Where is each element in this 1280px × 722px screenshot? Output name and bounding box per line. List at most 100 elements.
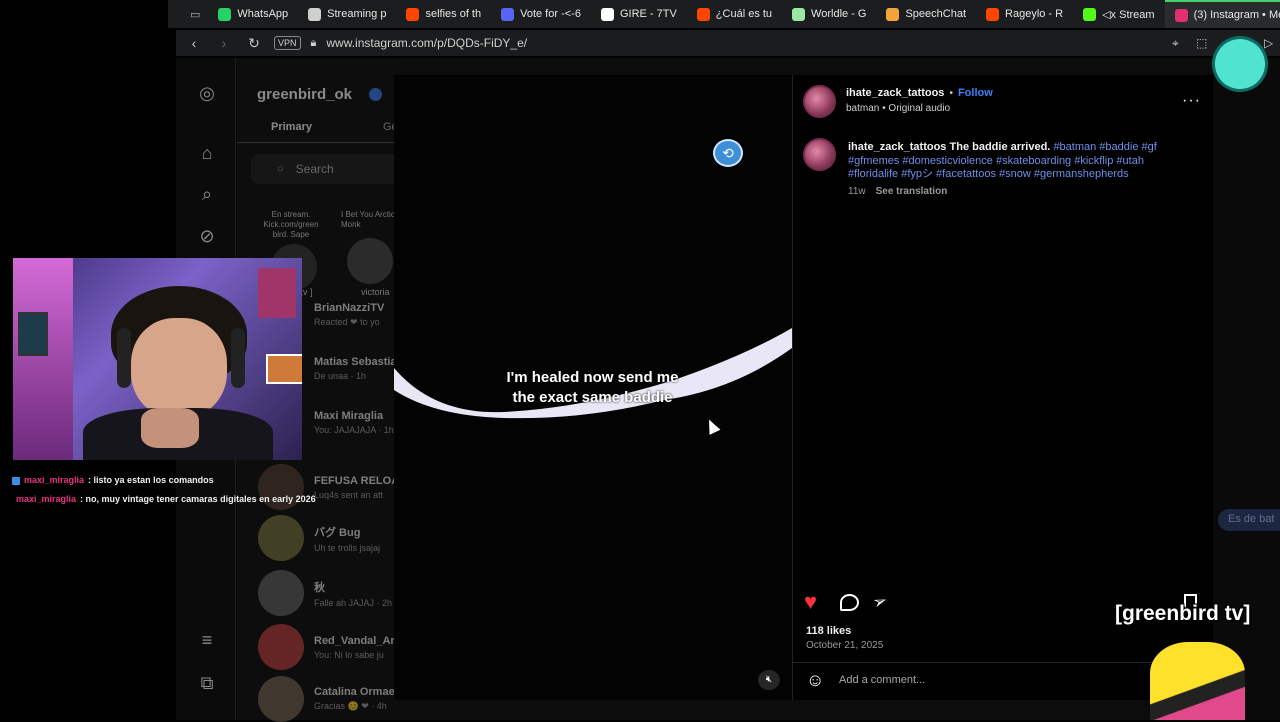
streaming-icon xyxy=(308,7,322,21)
instagram-logo-icon[interactable]: ◎ xyxy=(196,82,218,104)
browser-tab-bar: ▭ WhatsApp Streaming p selfies of th Vote f… xyxy=(168,0,1280,28)
browser-tab[interactable]: ◁x Stream xyxy=(1073,0,1164,28)
conversation-preview: Falle ah JAJAJ · 2h xyxy=(314,597,393,608)
person-hand xyxy=(141,408,199,448)
see-translation-link[interactable]: See translation xyxy=(876,186,948,197)
home-icon[interactable]: ⌂ xyxy=(196,142,218,164)
stream-overlay-label: [greenbird tv] xyxy=(1115,602,1251,625)
browser-menu-icon[interactable]: ▭ xyxy=(182,0,208,28)
comment-input[interactable]: Add a comment... xyxy=(839,674,925,686)
browser-tab[interactable]: Worldle - G xyxy=(782,0,876,28)
browser-tab[interactable]: Vote for -<-6 xyxy=(491,0,591,28)
vpn-badge[interactable]: VPN xyxy=(274,36,301,50)
webcam-overlay xyxy=(13,258,302,460)
forward-icon[interactable]: › xyxy=(214,35,234,51)
avatar[interactable] xyxy=(803,138,836,171)
tab-primary[interactable]: Primary xyxy=(271,121,312,133)
search-icon[interactable]: ⌕ xyxy=(196,183,218,205)
chat-message: maxi_miraglia : no, muy vintage tener ca… xyxy=(12,490,316,509)
list-item[interactable]: バグ Bug Uh te trolls jsajaj xyxy=(258,515,380,561)
browser-tab-label: ¿Cuál es tu xyxy=(715,8,773,20)
more-icon[interactable]: ⧉ xyxy=(196,672,218,694)
hashtags[interactable]: #gfmemes #domesticviolence #skateboardin… xyxy=(848,155,1144,167)
browser-tab[interactable]: ¿Cuál es tu xyxy=(687,0,782,28)
search-field[interactable]: ○ Search xyxy=(251,154,397,184)
conversation-preview: Luq4s sent an att xyxy=(314,489,384,500)
divider xyxy=(792,662,1213,663)
conversation-name: Matias Sebastia xyxy=(314,356,397,368)
browser-tab[interactable]: SpeechChat xyxy=(876,0,976,28)
reload-icon[interactable]: ↻ xyxy=(244,35,264,52)
post-username[interactable]: ihate_zack_tattoos xyxy=(846,87,944,99)
account-name[interactable]: greenbird_ok xyxy=(257,86,352,103)
hashtags[interactable]: #batman #baddie #gf xyxy=(1053,141,1156,153)
mascot-image xyxy=(1150,642,1245,720)
browser-tab-label: GIRE - 7TV xyxy=(619,8,677,20)
play-icon[interactable]: ▷ xyxy=(1264,36,1273,50)
photo-image xyxy=(266,354,302,384)
pin-icon[interactable]: ⌖ xyxy=(1172,36,1179,51)
kick-icon xyxy=(1083,7,1097,21)
avatar xyxy=(258,624,304,670)
note-name: victoria xyxy=(361,287,390,297)
comment-icon[interactable] xyxy=(840,594,859,611)
browser-tab[interactable]: WhatsApp xyxy=(208,0,298,28)
browser-tab[interactable]: (3) Instagram • Mes xyxy=(1164,0,1280,28)
browser-tab[interactable]: Streaming p xyxy=(298,0,396,28)
avatar xyxy=(258,676,304,722)
conversation-preview: Gracias 😊 ❤ · 4h xyxy=(314,701,387,711)
menu-icon[interactable]: ≡ xyxy=(196,629,218,651)
post-header: ihate_zack_tattoos • Follow xyxy=(846,87,993,99)
browser-tab[interactable]: GIRE - 7TV xyxy=(591,0,687,28)
video-caption-line: the exact same baddie xyxy=(512,389,673,406)
emoji-icon[interactable]: ☺ xyxy=(806,670,824,691)
screenshot-icon[interactable]: ⬚ xyxy=(1196,36,1207,50)
browser-tab[interactable]: Rageylo - R xyxy=(976,0,1073,28)
conversation-name: Catalina Ormae xyxy=(314,686,395,698)
tab-underline xyxy=(237,142,397,143)
conversation-name: BrianNazziTV xyxy=(314,302,385,314)
headphone-ear xyxy=(231,328,245,388)
browser-tab[interactable]: selfies of th xyxy=(396,0,491,28)
audio-label[interactable]: batman • Original audio xyxy=(846,103,950,114)
caption-username[interactable]: ihate_zack_tattoos xyxy=(848,141,946,153)
conversation-name: 秋 xyxy=(314,581,325,594)
discord-icon xyxy=(501,7,515,21)
address-bar: ‹ › ↻ VPN 🔒︎ www.instagram.com/p/DQDs-Fi… xyxy=(176,30,1280,56)
search-input[interactable]: Search xyxy=(296,162,334,176)
note-bubble[interactable]: En stream. Kick.com/green bird. Sape xyxy=(255,210,327,240)
note-bubble[interactable]: I Bet You Arctic Monk xyxy=(341,210,397,230)
note-avatar[interactable] xyxy=(347,238,393,284)
list-item[interactable]: Red_Vandal_Art You: Ni lo sabe ju xyxy=(258,624,398,670)
instagram-icon xyxy=(1174,8,1188,22)
thread-bubble: Es de bat xyxy=(1218,509,1280,531)
hashtags[interactable]: #floridalife #fypシ #facetattoos #snow #g… xyxy=(848,168,1129,180)
caption-meta: 11w See translation xyxy=(848,186,947,197)
explore-icon[interactable]: ⊘ xyxy=(196,225,218,247)
like-heart-icon[interactable]: ♥ xyxy=(804,591,817,613)
avatar xyxy=(258,570,304,616)
header-separator: • xyxy=(949,87,953,99)
follow-button[interactable]: Follow xyxy=(958,87,993,99)
chat-username: maxi_miraglia xyxy=(24,475,85,485)
video-caption: I'm healed now send me the exact same ba… xyxy=(470,368,715,408)
likes-count[interactable]: 118 likes xyxy=(806,625,851,637)
conversation-preview: You: Ni lo sabe ju xyxy=(314,649,384,660)
globe-icon xyxy=(792,7,806,21)
seventv-icon xyxy=(600,7,614,21)
list-item[interactable]: 秋 Falle ah JAJAJ · 2h xyxy=(258,570,392,616)
reddit-icon xyxy=(696,7,710,21)
lock-icon: 🔒︎ xyxy=(310,36,317,49)
more-options-icon[interactable]: ··· xyxy=(1182,92,1201,110)
back-icon[interactable]: ‹ xyxy=(184,35,204,51)
wall-light xyxy=(13,258,73,460)
browser-tab-label: WhatsApp xyxy=(237,8,289,20)
list-item[interactable]: Catalina Ormae Gracias 😊 ❤ · 4h xyxy=(258,676,395,722)
conversation-name: バグ Bug xyxy=(314,526,361,539)
chat-badge-icon xyxy=(12,476,20,485)
reload-badge-icon[interactable]: ⟲ xyxy=(713,139,743,167)
avatar[interactable] xyxy=(803,85,836,118)
verified-icon xyxy=(369,88,382,101)
mute-icon[interactable]: 🔇︎ xyxy=(758,670,780,690)
url-text[interactable]: www.instagram.com/p/DQDs-FiDY_e/ xyxy=(326,36,527,50)
